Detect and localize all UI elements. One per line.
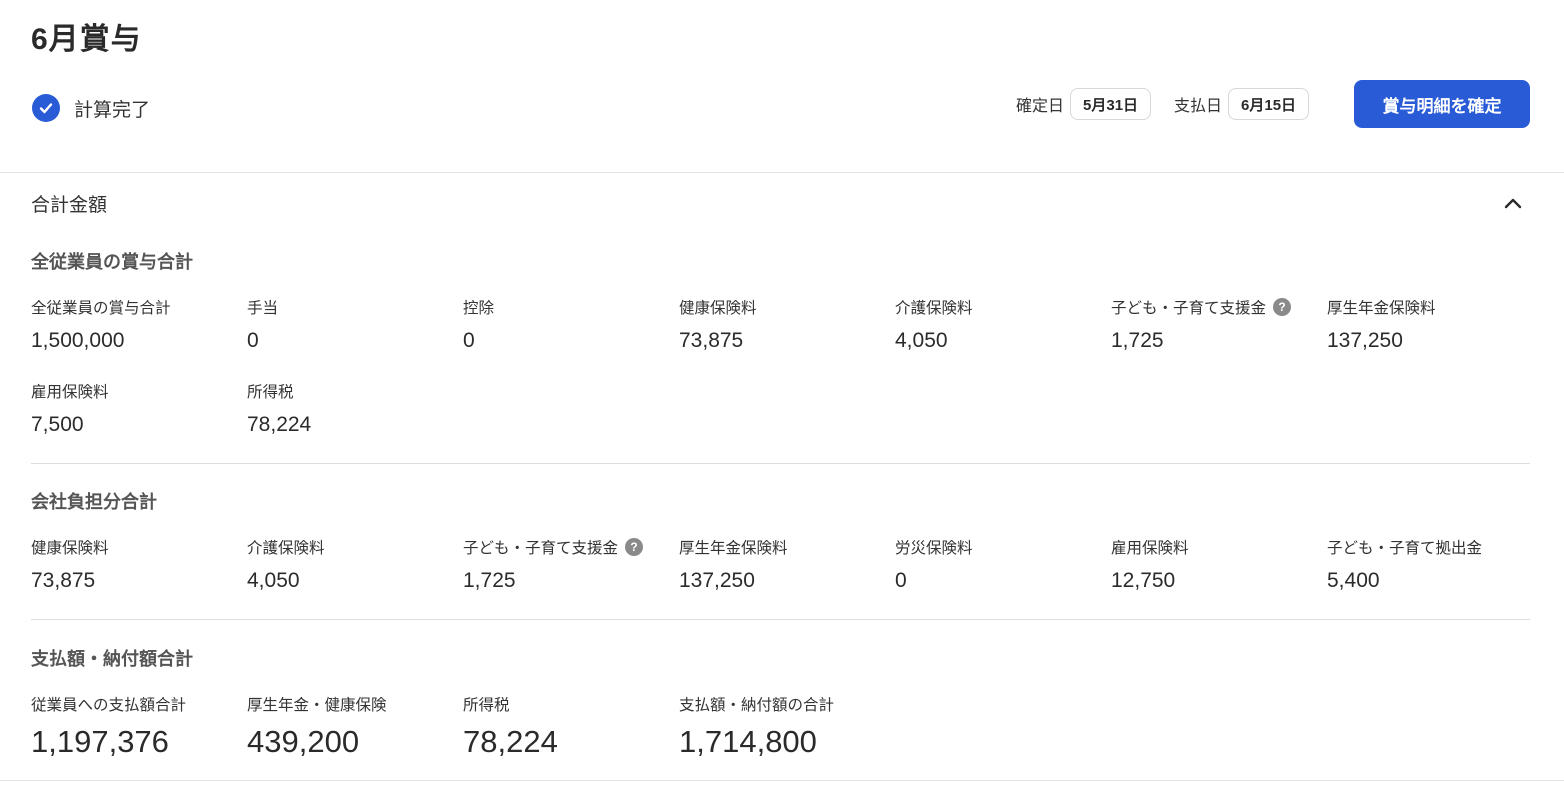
item-value: 73,875 (31, 569, 96, 592)
summary-item: 厚生年金保険料 137,250 (679, 537, 889, 593)
item-label: 厚生年金保険料 (679, 540, 788, 557)
item-label-with-help: 子ども・子育て支援金 ? (1111, 297, 1321, 317)
item-value: 1,197,376 (31, 724, 169, 759)
item-label: 雇用保険料 (1111, 540, 1189, 557)
summary-item: 所得税 78,224 (463, 694, 673, 760)
summary-item: 所得税 78,224 (247, 381, 457, 437)
summary-item: 雇用保険料 7,500 (31, 381, 241, 437)
item-label: 厚生年金・健康保険 (247, 697, 387, 714)
item-value: 7,500 (31, 413, 84, 436)
item-label: 雇用保険料 (31, 384, 109, 401)
summary-item: 厚生年金・健康保険 439,200 (247, 694, 457, 760)
item-label: 手当 (247, 300, 279, 317)
item-value: 0 (247, 329, 259, 352)
item-label: 所得税 (463, 697, 510, 714)
item-label-text: 子ども・子育て支援金 (463, 540, 619, 557)
pay-date-chip[interactable]: 6月15日 (1228, 88, 1310, 120)
summary-item: 全従業員の賞与合計 1,500,000 (31, 297, 241, 353)
collapse-toggle-button[interactable] (1500, 190, 1526, 216)
item-value: 0 (895, 569, 907, 592)
item-value: 1,725 (1111, 329, 1164, 352)
pay-date-group: 支払日 6月15日 (1174, 88, 1310, 120)
status-label: 計算完了 (74, 99, 151, 121)
summary-item: 控除 0 (463, 297, 673, 353)
summary-item: 健康保険料 73,875 (679, 297, 889, 353)
item-value: 0 (463, 329, 475, 352)
item-value: 4,050 (247, 569, 300, 592)
bottom-divider (0, 780, 1564, 781)
item-value: 4,050 (895, 329, 948, 352)
item-label: 厚生年金保険料 (1327, 300, 1436, 317)
item-value: 12,750 (1111, 569, 1176, 592)
employee-total-title: 全従業員の賞与合計 (31, 252, 193, 272)
item-value: 439,200 (247, 724, 360, 759)
item-value: 73,875 (679, 329, 744, 352)
item-label-text: 子ども・子育て支援金 (1111, 300, 1267, 317)
company-total-title: 会社負担分合計 (31, 492, 157, 512)
chevron-up-icon (1504, 198, 1522, 209)
item-label: 従業員への支払額合計 (31, 697, 187, 714)
confirm-date-chip[interactable]: 5月31日 (1070, 88, 1152, 120)
pay-date-label: 支払日 (1174, 98, 1223, 115)
summary-item: 支払額・納付額の合計 1,714,800 (679, 694, 889, 760)
section-divider (31, 619, 1530, 620)
header-divider (0, 172, 1564, 173)
summary-item: 介護保険料 4,050 (247, 537, 457, 593)
item-value: 1,500,000 (31, 329, 125, 352)
summary-item: 子ども・子育て拠出金 5,400 (1327, 537, 1537, 593)
summary-item: 雇用保険料 12,750 (1111, 537, 1321, 593)
payment-total-title: 支払額・納付額合計 (31, 649, 193, 669)
item-label: 支払額・納付額の合計 (679, 697, 835, 714)
item-label: 所得税 (247, 384, 294, 401)
section-divider (31, 463, 1530, 464)
summary-item: 介護保険料 4,050 (895, 297, 1105, 353)
confirm-date-label: 確定日 (1016, 98, 1065, 115)
item-value: 1,714,800 (679, 724, 817, 759)
item-value: 1,725 (463, 569, 516, 592)
help-icon[interactable]: ? (625, 538, 644, 556)
item-label: 全従業員の賞与合計 (31, 300, 171, 317)
confirm-date-group: 確定日 5月31日 (1016, 88, 1152, 120)
summary-item: 健康保険料 73,875 (31, 537, 241, 593)
item-label: 健康保険料 (31, 540, 109, 557)
help-icon[interactable]: ? (1273, 298, 1292, 316)
item-label: 子ども・子育て拠出金 (1327, 540, 1483, 557)
summary-item: 子ども・子育て支援金 ? 1,725 (463, 537, 673, 593)
item-label-with-help: 子ども・子育て支援金 ? (463, 537, 673, 557)
item-label: 健康保険料 (679, 300, 757, 317)
item-label: 介護保険料 (247, 540, 325, 557)
check-circle-icon (32, 94, 60, 122)
summary-item: 労災保険料 0 (895, 537, 1105, 593)
summary-item: 従業員への支払額合計 1,197,376 (31, 694, 241, 760)
summary-item: 手当 0 (247, 297, 457, 353)
summary-item: 子ども・子育て支援金 ? 1,725 (1111, 297, 1321, 353)
summary-item: 厚生年金保険料 137,250 (1327, 297, 1537, 353)
item-label: 介護保険料 (895, 300, 973, 317)
item-value: 78,224 (247, 413, 312, 436)
item-value: 78,224 (463, 724, 558, 759)
item-value: 137,250 (679, 569, 755, 592)
item-label: 控除 (463, 300, 495, 317)
item-label: 労災保険料 (895, 540, 973, 557)
calculation-status: 計算完了 (32, 94, 150, 122)
item-value: 137,250 (1327, 329, 1403, 352)
total-amount-section-label: 合計金額 (31, 195, 108, 216)
confirm-bonus-statement-button[interactable]: 賞与明細を確定 (1354, 80, 1530, 128)
page-title: 6月賞与 (31, 23, 142, 56)
item-value: 5,400 (1327, 569, 1380, 592)
